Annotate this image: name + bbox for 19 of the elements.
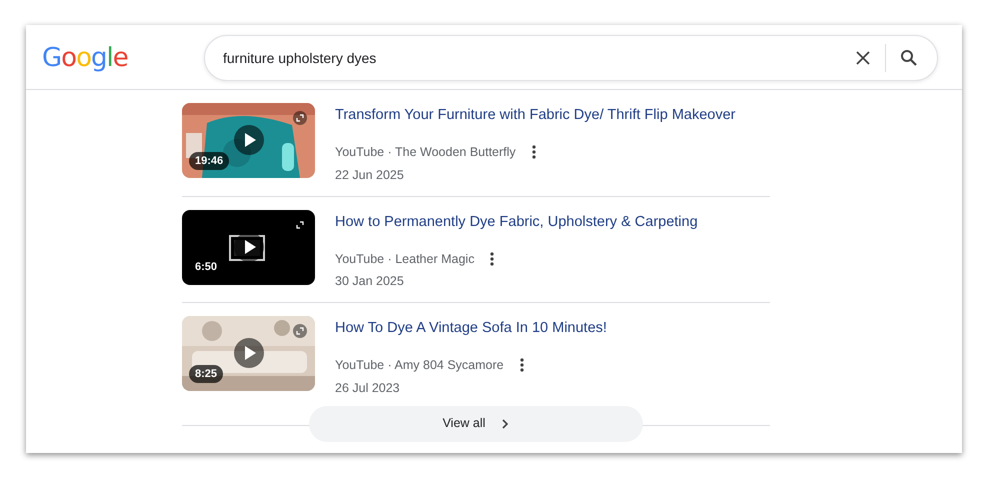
video-title-link[interactable]: Transform Your Furniture with Fabric Dye/ Thrift Flip Makeover [335, 105, 736, 127]
video-title-link[interactable]: How To Dye A Vintage Sofa In 10 Minutes! [335, 318, 607, 340]
video-thumbnail[interactable]: 8:25 [182, 316, 315, 391]
video-source: YouTube · Leather Magic [335, 250, 474, 268]
video-title-link[interactable]: How to Permanently Dye Fabric, Upholstery & Carpeting [335, 212, 698, 234]
video-date: 30 Jan 2025 [335, 273, 405, 290]
play-icon[interactable] [234, 125, 264, 155]
video-source: YouTube · The Wooden Butterfly [335, 144, 516, 161]
play-icon[interactable] [234, 338, 264, 368]
video-date: 22 Jun 2025 [335, 166, 405, 184]
video-source: YouTube · Amy 804 Sycamore [335, 357, 504, 374]
expand-icon[interactable] [293, 111, 307, 125]
google-logo[interactable]: Google [42, 39, 164, 78]
chevron-icon [501, 418, 510, 430]
video-date: 26 Jul 2023 [335, 380, 401, 397]
video-thumbnail[interactable]: 19:46 [182, 103, 315, 178]
search-field[interactable]: furniture upholstery dyes [204, 35, 938, 81]
video-thumbnail[interactable]: 6:50 [182, 210, 315, 284]
view-all-button[interactable]: View all [309, 406, 643, 442]
